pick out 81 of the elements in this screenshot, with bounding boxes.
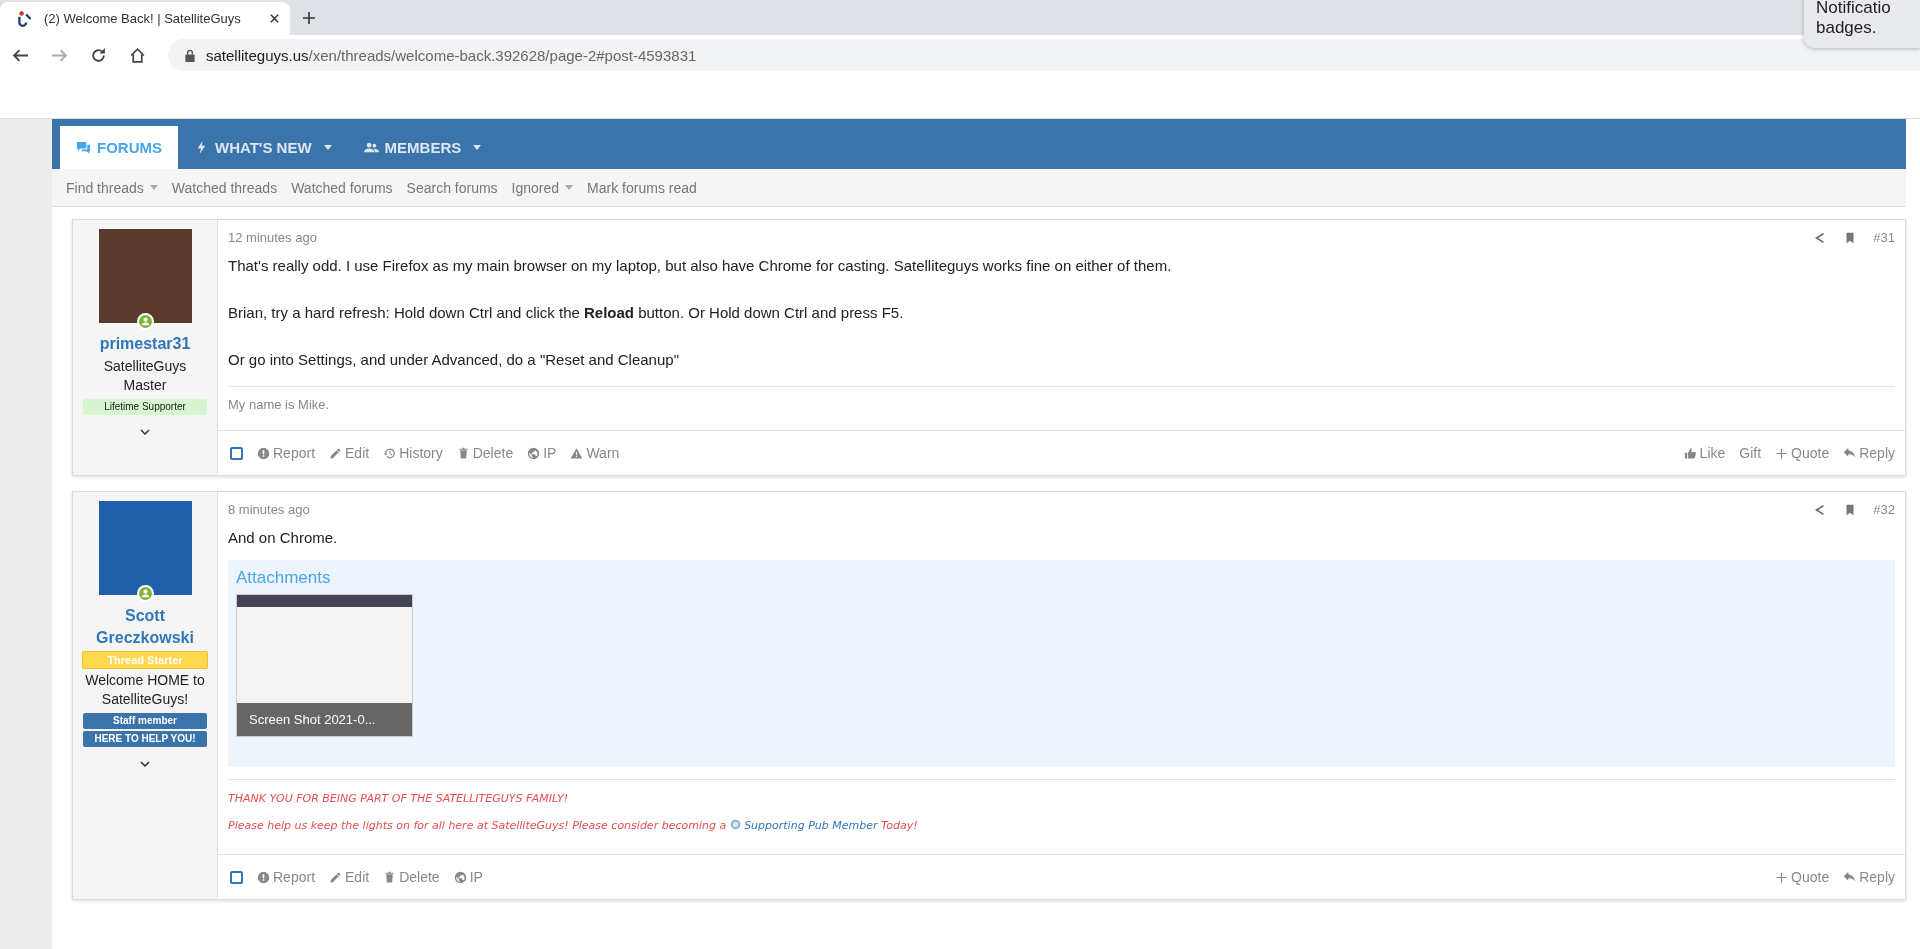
select-checkbox[interactable] bbox=[230, 870, 243, 884]
reply-icon bbox=[1843, 446, 1857, 460]
user-badge: Thread Starter bbox=[82, 651, 208, 669]
notification-text: Notificatio bbox=[1816, 0, 1892, 18]
nav-tab[interactable]: FORUMS bbox=[60, 126, 178, 169]
tab-title: (2) Welcome Back! | SatelliteGuys bbox=[44, 11, 242, 26]
nav-tab[interactable]: WHAT'S NEW bbox=[178, 126, 348, 169]
ip-link[interactable]: IP bbox=[527, 445, 557, 461]
post-number[interactable]: #32 bbox=[1873, 502, 1895, 517]
notification-text: badges. bbox=[1816, 18, 1878, 38]
supporting-member-link[interactable]: Supporting Pub Member bbox=[729, 819, 878, 832]
globe-icon bbox=[453, 870, 467, 884]
browser-tab[interactable]: (2) Welcome Back! | SatelliteGuys bbox=[0, 2, 290, 35]
sub-nav-link[interactable]: Find threads bbox=[66, 179, 158, 196]
trash-icon bbox=[383, 870, 397, 884]
plus-icon bbox=[1775, 446, 1789, 460]
history-link[interactable]: History bbox=[383, 445, 443, 461]
warning-icon bbox=[570, 446, 584, 460]
user-title: Welcome HOME to SatelliteGuys! bbox=[85, 671, 205, 709]
globe-icon bbox=[527, 446, 541, 460]
pencil-icon bbox=[329, 870, 343, 884]
username-link[interactable]: primestar31 bbox=[99, 333, 191, 355]
quote-link[interactable]: Quote bbox=[1775, 445, 1830, 461]
reload-icon[interactable] bbox=[90, 46, 107, 64]
attachment-thumbnail[interactable]: Screen Shot 2021-0... bbox=[236, 594, 413, 737]
ip-link[interactable]: IP bbox=[453, 869, 483, 885]
chevron-down-icon[interactable] bbox=[140, 429, 150, 435]
url-text: satelliteguys.us/xen/threads/welcome-back.392628/page-2#post-4593831 bbox=[206, 46, 697, 64]
lock-icon bbox=[184, 48, 196, 62]
nav-tab[interactable]: MEMBERS bbox=[347, 126, 498, 169]
post-text: That's really odd. I use Firefox as my main browser on my laptop, but also have Chrome for casting. Satelliteguys works fine on either of them. bbox=[228, 256, 1173, 276]
like-link[interactable]: Like bbox=[1683, 445, 1726, 461]
quote-link[interactable]: Quote bbox=[1775, 869, 1830, 885]
user-badge: Staff member bbox=[83, 713, 207, 729]
plus-icon bbox=[1775, 870, 1789, 884]
home-icon[interactable] bbox=[129, 46, 146, 64]
globe-icon bbox=[729, 819, 741, 830]
edit-link[interactable]: Edit bbox=[329, 445, 370, 461]
pencil-icon bbox=[329, 446, 343, 460]
user-title: SatelliteGuys Master bbox=[103, 357, 187, 395]
reply-link[interactable]: Reply bbox=[1843, 445, 1895, 461]
signature-text: My name is Mike. bbox=[228, 397, 331, 412]
username-link[interactable]: Scott Greczkowski bbox=[96, 605, 194, 649]
delete-link[interactable]: Delete bbox=[383, 869, 440, 885]
post-time[interactable]: 8 minutes ago bbox=[228, 502, 310, 517]
warn-link[interactable]: Warn bbox=[570, 445, 620, 461]
sub-nav-link[interactable]: Mark forums read bbox=[587, 179, 697, 196]
sub-nav-link[interactable]: Ignored bbox=[511, 179, 574, 196]
close-icon[interactable] bbox=[269, 13, 280, 24]
attachments-heading: Attachments bbox=[236, 568, 331, 588]
post-text: And on Chrome. bbox=[228, 528, 339, 548]
chevron-down-icon[interactable] bbox=[140, 761, 150, 767]
post-time[interactable]: 12 minutes ago bbox=[228, 230, 317, 245]
user-badge: Lifetime Supporter bbox=[83, 399, 207, 415]
history-icon bbox=[383, 446, 397, 460]
trash-icon bbox=[456, 446, 470, 460]
new-tab-icon[interactable] bbox=[302, 11, 316, 25]
sub-nav-link[interactable]: Watched threads bbox=[171, 179, 278, 196]
exclamation-icon bbox=[257, 870, 270, 884]
signature-text: Please help us keep the lights on for all here at SatelliteGuys! Please consider becoming a Supporting Pub Member Today! bbox=[228, 819, 919, 832]
post-text: Brian, try a hard refresh: Hold down Ctrl and click the Reload button. Or Hold down Ctrl and press F5. bbox=[228, 303, 905, 323]
report-link[interactable]: Report bbox=[257, 445, 316, 461]
delete-link[interactable]: Delete bbox=[456, 445, 514, 461]
sub-nav-link[interactable]: Watched forums bbox=[291, 179, 393, 196]
edit-link[interactable]: Edit bbox=[329, 869, 370, 885]
users-icon bbox=[363, 140, 379, 155]
reply-icon bbox=[1843, 870, 1857, 884]
address-bar[interactable]: satelliteguys.us/xen/threads/welcome-back.392628/page-2#post-4593831 bbox=[168, 39, 1920, 71]
reply-link[interactable]: Reply bbox=[1843, 869, 1895, 885]
select-checkbox[interactable] bbox=[230, 446, 243, 460]
report-link[interactable]: Report bbox=[257, 869, 316, 885]
sub-nav-link[interactable]: Search forums bbox=[406, 179, 498, 196]
exclamation-icon bbox=[257, 446, 270, 460]
site-logo-icon bbox=[16, 9, 34, 28]
thumbs-up-icon bbox=[1683, 446, 1697, 460]
gift-link[interactable]: Gift bbox=[1739, 445, 1762, 461]
signature-text: THANK YOU FOR BEING PART OF THE SATELLITEGUYS FAMILY! bbox=[228, 792, 570, 805]
chat-bubbles-icon bbox=[76, 140, 91, 155]
user-badge: HERE TO HELP YOU! bbox=[83, 731, 207, 747]
post-text: Or go into Settings, and under Advanced, do a "Reset and Cleanup" bbox=[228, 350, 680, 370]
post-number[interactable]: #31 bbox=[1873, 230, 1895, 245]
